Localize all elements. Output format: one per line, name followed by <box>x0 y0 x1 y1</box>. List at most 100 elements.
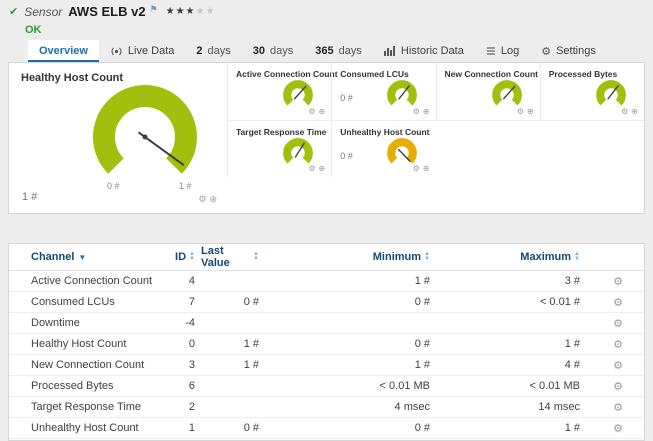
channel-id: -4 <box>185 317 195 329</box>
tab-live-data[interactable]: Live Data <box>99 40 185 62</box>
channel-settings-button[interactable]: ⚙ <box>592 401 644 414</box>
status-check-icon: ✔ <box>9 6 19 18</box>
sort-toggle-icon: ▲ ▼ <box>574 251 580 262</box>
column-label: Maximum <box>520 251 572 263</box>
gauge-healthy-host-count: Healthy Host Count 0 # 1 # 1 # ⚙ ⊕ <box>9 63 227 213</box>
channel-minimum: 1 # <box>414 275 430 287</box>
compare-icon[interactable]: ⊕ <box>423 107 430 116</box>
gear-icon[interactable]: ⚙ <box>613 318 623 330</box>
gear-icon[interactable]: ⚙ <box>517 107 524 116</box>
gauge-scale-max: 1 # <box>179 181 192 191</box>
gauge-action-icons[interactable]: ⚙ ⊕ <box>621 107 638 116</box>
gauges-panel: Healthy Host Count 0 # 1 # 1 # ⚙ ⊕ Active… <box>8 62 645 214</box>
channel-row[interactable]: New Connection Count 3 1 # 1 # 4 # ⚙ <box>9 355 644 376</box>
channel-settings-button[interactable]: ⚙ <box>592 296 644 309</box>
gear-icon[interactable]: ⚙ <box>613 297 623 309</box>
log-icon <box>486 46 496 56</box>
tab-30-days[interactable]: 30 days <box>242 40 305 62</box>
gear-icon[interactable]: ⚙ <box>613 276 623 288</box>
column-header-id[interactable]: ID ▲ ▼ <box>157 251 201 263</box>
gear-icon[interactable]: ⚙ <box>198 194 206 205</box>
column-header-minimum[interactable]: Minimum ▲ ▼ <box>265 251 444 263</box>
gear-icon[interactable]: ⚙ <box>613 402 623 414</box>
tab-log[interactable]: Log <box>475 40 530 62</box>
channel-name[interactable]: Unhealthy Host Count <box>9 422 157 434</box>
channel-settings-button[interactable]: ⚙ <box>592 338 644 351</box>
channel-row[interactable]: Processed Bytes 6 < 0.01 MB < 0.01 MB ⚙ <box>9 376 644 397</box>
gauge-action-icons[interactable]: ⚙ ⊕ <box>517 107 534 116</box>
tab-settings[interactable]: ⚙ Settings <box>530 40 607 62</box>
channel-row[interactable]: Unhealthy Host Count 1 0 # 0 # 1 # ⚙ <box>9 418 644 439</box>
gauge-action-icons[interactable]: ⚙ ⊕ <box>413 107 430 116</box>
gauge-action-icons[interactable]: ⚙ ⊕ <box>413 164 430 173</box>
compare-icon[interactable]: ⊕ <box>319 107 326 116</box>
channel-name[interactable]: New Connection Count <box>9 359 157 371</box>
channel-name[interactable]: Healthy Host Count <box>9 338 157 350</box>
channel-name[interactable]: Downtime <box>9 317 157 329</box>
object-kind-label: Sensor <box>24 4 63 19</box>
gear-icon[interactable]: ⚙ <box>613 339 623 351</box>
channel-row[interactable]: Consumed LCUs 7 0 # 0 # < 0.01 # ⚙ <box>9 292 644 313</box>
channel-id: 0 <box>188 338 195 350</box>
tab-overview[interactable]: Overview <box>28 40 99 62</box>
channel-settings-button[interactable]: ⚙ <box>592 275 644 288</box>
tab-label: Log <box>500 45 520 57</box>
column-header-last-value[interactable]: Last Value ▲ ▼ <box>201 245 265 269</box>
compare-icon[interactable]: ⊕ <box>527 107 534 116</box>
channel-minimum: 1 # <box>414 359 430 371</box>
settings-gear-icon: ⚙ <box>541 45 552 58</box>
channel-name[interactable]: Consumed LCUs <box>9 296 157 308</box>
compare-icon[interactable]: ⊕ <box>319 164 326 173</box>
tab-365-days[interactable]: 365 days <box>304 40 373 62</box>
channel-maximum: < 0.01 # <box>539 296 580 308</box>
gear-icon[interactable]: ⚙ <box>413 107 420 116</box>
channel-row[interactable]: Downtime -4 ⚙ <box>9 313 644 334</box>
flag-icon[interactable]: ⚑ <box>150 4 158 15</box>
compare-icon[interactable]: ⊕ <box>209 194 217 205</box>
channel-last-value: 0 # <box>243 296 259 308</box>
channel-minimum: 0 # <box>414 422 430 434</box>
gear-icon[interactable]: ⚙ <box>613 381 623 393</box>
gear-icon[interactable]: ⚙ <box>308 107 315 116</box>
channel-name[interactable]: Target Response Time <box>9 401 157 413</box>
sort-toggle-icon: ▲ ▼ <box>253 251 259 262</box>
column-label: Minimum <box>372 251 422 263</box>
channel-name[interactable]: Active Connection Count <box>9 275 157 287</box>
compare-icon[interactable]: ⊕ <box>423 164 430 173</box>
channel-name[interactable]: Processed Bytes <box>9 380 157 392</box>
gear-icon[interactable]: ⚙ <box>613 423 623 435</box>
tab-2-days[interactable]: 2 days <box>185 40 241 62</box>
sort-toggle-icon: ▲ ▼ <box>424 251 430 262</box>
priority-stars[interactable]: ★★★★★ <box>166 6 216 17</box>
channel-last-value: 0 # <box>243 422 259 434</box>
channel-row[interactable]: Target Response Time 2 4 msec 14 msec ⚙ <box>9 397 644 418</box>
star-filled-icon: ★★★ <box>165 6 196 17</box>
channel-table-panel: Channel ▼ ID ▲ ▼ Last Value ▲ ▼ Minimum ▲ ▼… <box>8 243 645 441</box>
gauge-action-icons[interactable]: ⚙ ⊕ <box>198 194 217 205</box>
channel-settings-button[interactable]: ⚙ <box>592 380 644 393</box>
channel-row[interactable]: Active Connection Count 4 1 # 3 # ⚙ <box>9 271 644 292</box>
gear-icon[interactable]: ⚙ <box>613 360 623 372</box>
column-header-channel[interactable]: Channel ▼ <box>9 251 157 263</box>
channel-id: 2 <box>188 401 195 413</box>
gauge-action-icons[interactable]: ⚙ ⊕ <box>308 107 325 116</box>
compare-icon[interactable]: ⊕ <box>631 107 638 116</box>
tab-historic-data[interactable]: Historic Data <box>373 40 475 62</box>
column-label: Channel <box>31 251 75 263</box>
gear-icon[interactable]: ⚙ <box>308 164 315 173</box>
sort-desc-icon: ▼ <box>78 252 87 262</box>
channel-minimum: < 0.01 MB <box>379 380 430 392</box>
channel-maximum: 1 # <box>564 422 580 434</box>
channel-maximum: 1 # <box>564 338 580 350</box>
channel-settings-button[interactable]: ⚙ <box>592 359 644 372</box>
gauge-action-icons[interactable]: ⚙ ⊕ <box>308 164 325 173</box>
channel-settings-button[interactable]: ⚙ <box>592 422 644 435</box>
gauge-last-value: 1 # <box>22 191 38 203</box>
channel-settings-button[interactable]: ⚙ <box>592 317 644 330</box>
gauge-cell-empty <box>435 120 540 177</box>
gear-icon[interactable]: ⚙ <box>621 107 628 116</box>
channel-row[interactable]: Healthy Host Count 0 1 # 0 # 1 # ⚙ <box>9 334 644 355</box>
column-header-maximum[interactable]: Maximum ▲ ▼ <box>444 251 592 263</box>
channel-id: 7 <box>188 296 195 308</box>
gear-icon[interactable]: ⚙ <box>413 164 420 173</box>
